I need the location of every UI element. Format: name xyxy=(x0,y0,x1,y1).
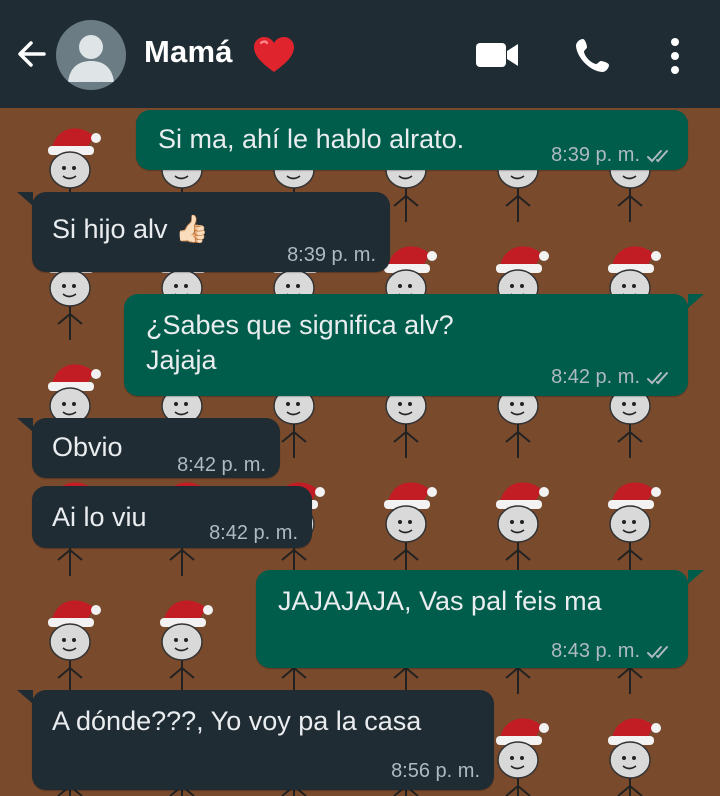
bubble-tail xyxy=(17,192,33,206)
message-time: 8:42 p. m. xyxy=(209,522,298,544)
message-bubble-incoming[interactable]: A dónde???, Yo voy pa la casa 8:56 p. m. xyxy=(32,690,494,790)
message-time: 8:39 p. m. xyxy=(551,144,640,166)
santa-meme-icon xyxy=(496,718,549,796)
message-text: ¿Sabes que significa alv? Jajaja xyxy=(146,310,454,375)
message-text: Ai lo viu xyxy=(52,502,147,532)
more-options-icon[interactable] xyxy=(664,36,686,76)
back-arrow-icon[interactable] xyxy=(14,36,50,72)
read-ticks-icon xyxy=(647,645,668,659)
message-bubble-incoming[interactable]: Obvio 8:42 p. m. xyxy=(32,418,280,478)
message-text: A dónde???, Yo voy pa la casa xyxy=(52,706,422,736)
message-time: 8:42 p. m. xyxy=(551,366,640,388)
message-text: JAJAJAJA, Vas pal feis ma xyxy=(278,586,602,616)
bubble-tail xyxy=(17,690,33,704)
heart-emoji-icon xyxy=(254,37,294,72)
santa-meme-icon xyxy=(48,600,101,694)
message-bubble-incoming[interactable]: Si hijo alv 👍🏻 8:39 p. m. xyxy=(32,192,390,272)
message-text: Si ma, ahí le hablo alrato. xyxy=(158,124,465,154)
message-bubble-outgoing[interactable]: JAJAJAJA, Vas pal feis ma 8:43 p. m. xyxy=(256,570,688,668)
santa-meme-icon xyxy=(608,718,661,796)
message-meta: 8:43 p. m. xyxy=(551,634,676,669)
message-bubble-outgoing[interactable]: ¿Sabes que significa alv? Jajaja 8:42 p.… xyxy=(124,294,688,396)
video-call-icon[interactable] xyxy=(474,38,520,72)
read-ticks-icon xyxy=(647,371,668,385)
message-time: 8:39 p. m. xyxy=(287,244,376,266)
bubble-tail xyxy=(688,570,704,584)
phone-call-icon[interactable] xyxy=(574,36,612,74)
santa-meme-icon xyxy=(384,482,437,576)
default-avatar-icon xyxy=(68,35,114,82)
contact-avatar[interactable] xyxy=(56,20,126,90)
bubble-tail xyxy=(17,418,33,432)
santa-meme-icon xyxy=(608,482,661,576)
contact-name[interactable]: Mamá xyxy=(144,34,233,70)
message-bubble-incoming[interactable]: Ai lo viu 8:42 p. m. xyxy=(32,486,312,548)
message-meta: 8:42 p. m. xyxy=(551,360,676,395)
message-time: 8:56 p. m. xyxy=(391,760,480,782)
message-time: 8:43 p. m. xyxy=(551,640,640,662)
santa-meme-icon xyxy=(496,482,549,576)
message-meta: 8:39 p. m. xyxy=(551,138,676,173)
message-bubble-outgoing[interactable]: Si ma, ahí le hablo alrato. 8:39 p. m. xyxy=(136,110,688,170)
santa-meme-icon xyxy=(160,600,213,694)
chat-header: Mamá xyxy=(0,0,720,108)
message-text: Si hijo alv 👍🏻 xyxy=(52,214,209,244)
message-time: 8:42 p. m. xyxy=(177,454,266,476)
read-ticks-icon xyxy=(647,149,668,163)
bubble-tail xyxy=(688,294,704,308)
message-text: Obvio xyxy=(52,432,123,462)
